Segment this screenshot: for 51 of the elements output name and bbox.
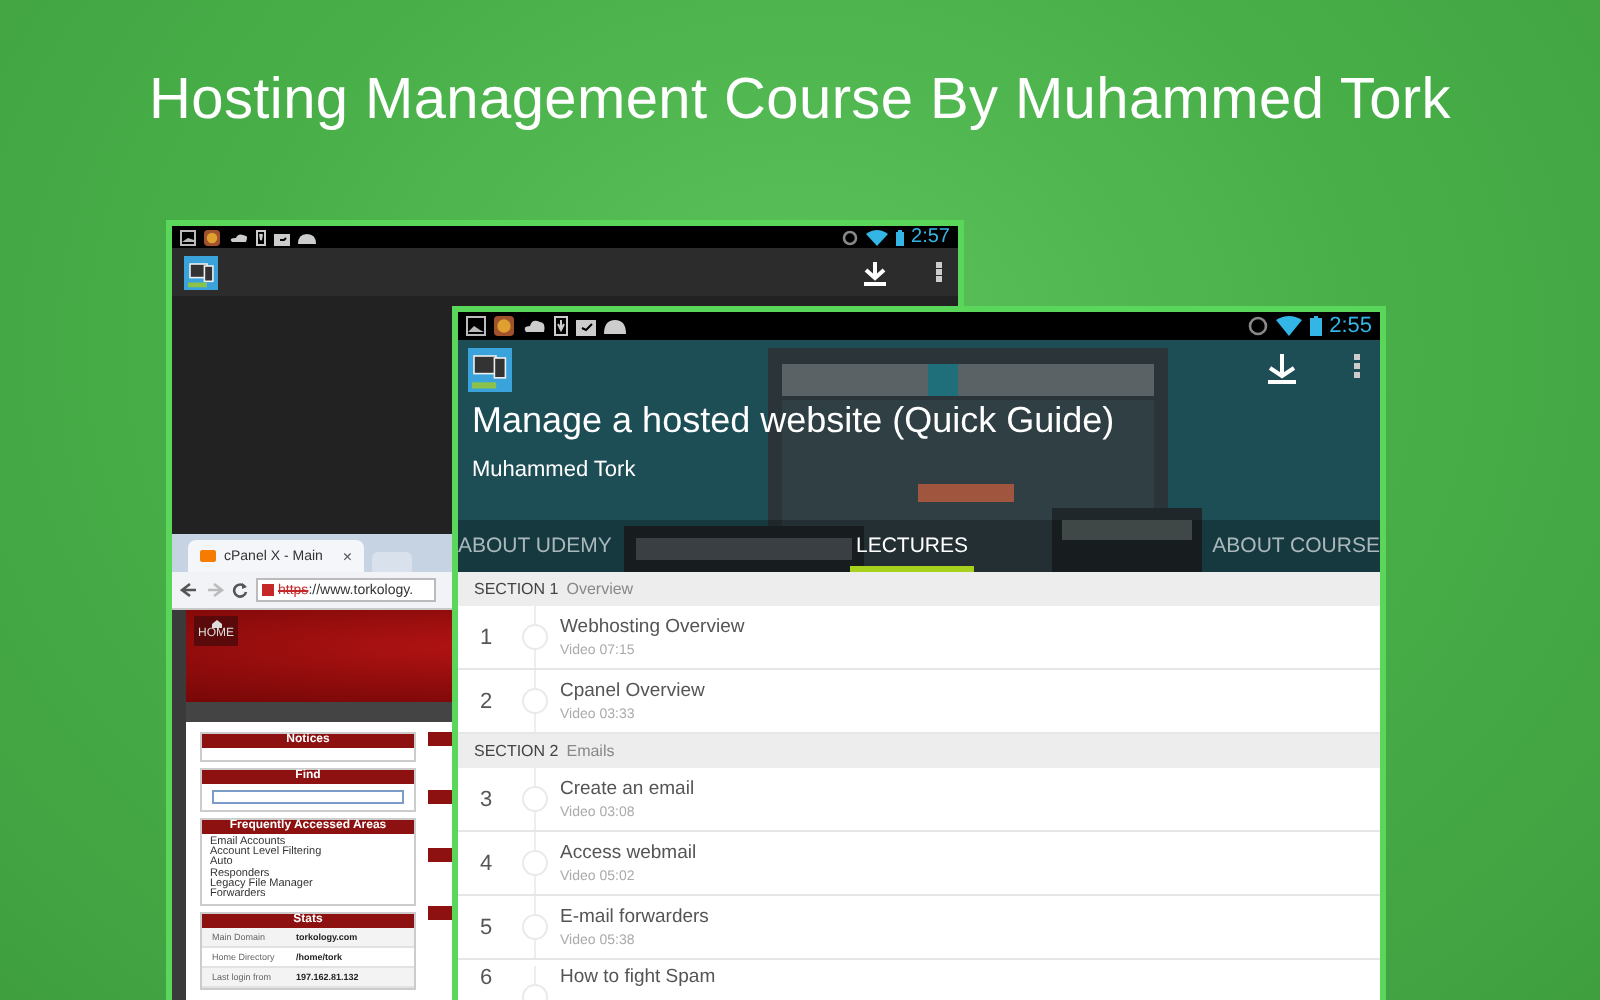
lecture-title: Access webmail — [560, 842, 697, 864]
game-icon — [204, 229, 220, 245]
lecture-title: Webhosting Overview — [560, 616, 745, 638]
download-icon[interactable] — [1266, 352, 1298, 384]
lecture-number: 6 — [477, 966, 495, 990]
home-icon — [211, 620, 221, 628]
status-time: 2:55 — [1329, 314, 1372, 338]
reload-icon[interactable] — [232, 582, 248, 598]
lecture-row[interactable]: 6 How to fight Spam — [458, 960, 1380, 1000]
lecture-title: How to fight Spam — [560, 966, 716, 988]
section-label: SECTION 2 — [474, 742, 559, 760]
lecture-number: 5 — [477, 915, 495, 939]
game-icon — [494, 316, 514, 336]
picture-icon — [180, 229, 196, 245]
overflow-menu-icon[interactable] — [936, 260, 942, 284]
find-field[interactable] — [212, 790, 404, 804]
tab[interactable]: ABOUT UDEMY — [458, 524, 612, 572]
picture-icon — [466, 316, 486, 336]
tab[interactable]: ABOUT COURSE — [1212, 524, 1380, 572]
author-name: Muhammed Tork — [470, 458, 638, 482]
headline: Hosting Management Course By Muhammed Tork — [147, 66, 1453, 134]
lecture-number: 4 — [477, 851, 495, 875]
alarm-icon — [1247, 316, 1268, 336]
cloud-icon — [228, 229, 248, 245]
alarm-icon — [841, 229, 858, 245]
battery-icon — [1309, 316, 1322, 336]
status-time: 2:57 — [911, 226, 950, 248]
lecture-number: 1 — [477, 625, 495, 649]
overflow-menu-icon[interactable] — [1354, 352, 1360, 380]
download-icon — [554, 316, 568, 336]
close-button[interactable]: × — [342, 547, 352, 565]
wifi-icon — [865, 229, 888, 245]
download-icon[interactable] — [862, 259, 888, 285]
back-icon[interactable] — [180, 582, 198, 598]
lecture-title: E-mail forwarders — [560, 906, 709, 928]
wifi-icon — [1275, 316, 1302, 336]
lecture-title: Create an email — [560, 778, 695, 800]
lecture-number: 3 — [477, 787, 495, 811]
download-icon — [256, 229, 266, 245]
lecture-number: 2 — [477, 689, 495, 713]
course-title: Manage a hosted website (Quick Guide) — [470, 400, 1117, 442]
lecture-title: Cpanel Overview — [560, 680, 705, 702]
battery-icon — [895, 229, 904, 245]
app-logo-icon — [184, 255, 218, 289]
section-title: Overview — [566, 580, 634, 598]
section-label: SECTION 1 — [474, 580, 559, 598]
cloud-icon — [522, 316, 546, 336]
app-logo-icon — [468, 348, 512, 392]
section-title: Emails — [566, 742, 615, 760]
cpanel-icon — [200, 550, 216, 562]
lock-warning-icon — [262, 584, 274, 596]
